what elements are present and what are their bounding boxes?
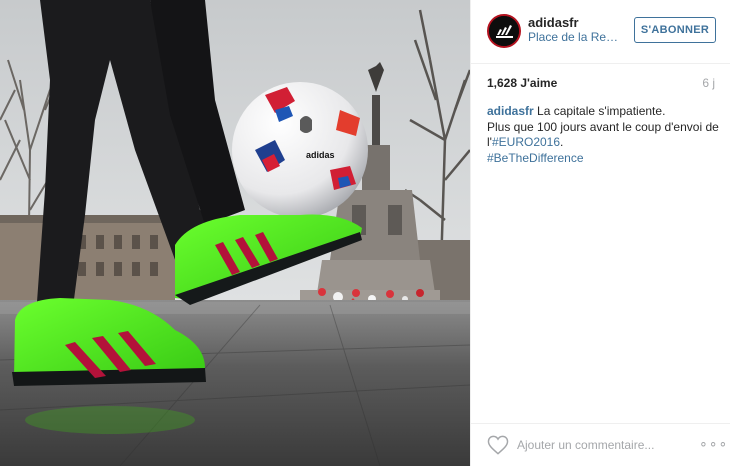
caption-period: . xyxy=(560,135,564,149)
post-caption: adidasfr La capitale s'impatiente. Plus … xyxy=(487,104,721,166)
avatar[interactable] xyxy=(487,14,521,48)
post-username[interactable]: adidasfr xyxy=(528,15,579,30)
hashtag-euro2016[interactable]: #EURO2016 xyxy=(492,135,560,149)
post-timestamp[interactable]: 6 j xyxy=(702,76,715,90)
comment-input[interactable] xyxy=(517,436,697,454)
caption-username[interactable]: adidasfr xyxy=(487,104,534,118)
more-options-icon[interactable]: ∘∘∘ xyxy=(699,435,728,452)
adidas-logo-icon xyxy=(489,16,519,46)
caption-line-1: La capitale s'impatiente. xyxy=(537,104,666,118)
photo-scene: adidas xyxy=(0,0,470,466)
post-photo[interactable]: adidas xyxy=(0,0,470,466)
heart-icon[interactable] xyxy=(487,435,509,455)
football: adidas xyxy=(232,82,368,218)
hashtag-bethedifference[interactable]: #BeTheDifference xyxy=(487,151,584,165)
instagram-post: adidas adidasfr Place de la Rep... S'ABO… xyxy=(0,0,730,466)
post-footer: ∘∘∘ xyxy=(471,423,730,466)
svg-text:adidas: adidas xyxy=(306,150,335,160)
post-location[interactable]: Place de la Rep... xyxy=(528,30,620,44)
follow-button[interactable]: S'ABONNER xyxy=(634,17,716,43)
post-stats: 1,628 J'aime 6 j xyxy=(487,76,715,92)
building-left xyxy=(0,215,175,310)
likes-count[interactable]: 1,628 J'aime xyxy=(487,76,557,90)
post-header: adidasfr Place de la Rep... S'ABONNER xyxy=(471,0,730,64)
post-sidebar: adidasfr Place de la Rep... S'ABONNER 1,… xyxy=(470,0,730,466)
